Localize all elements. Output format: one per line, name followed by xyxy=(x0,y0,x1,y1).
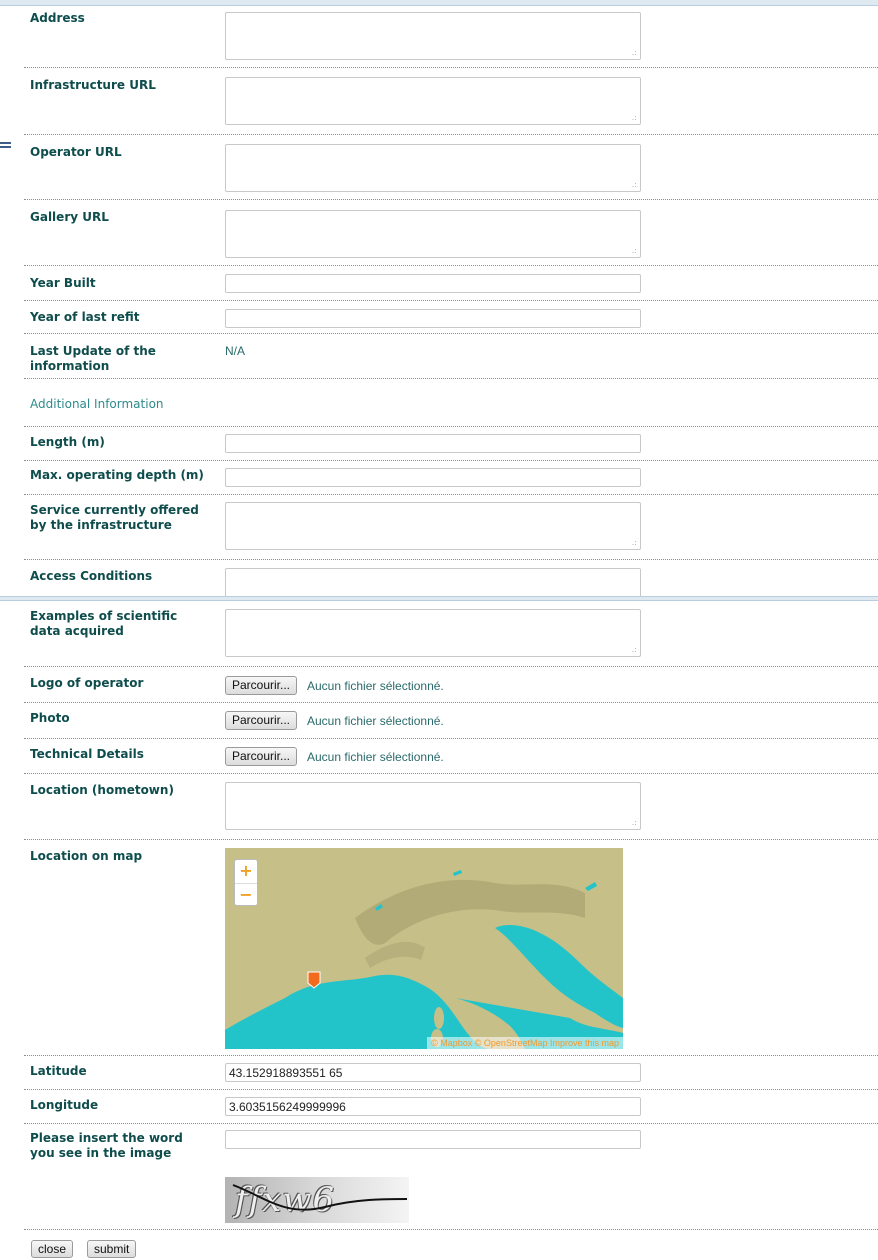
label-max-depth: Max. operating depth (m) xyxy=(30,468,204,482)
location-hometown-textarea[interactable] xyxy=(225,782,641,830)
map-tiles xyxy=(225,848,623,1049)
row-year-refit: Year of last refit xyxy=(24,301,878,334)
latitude-input[interactable]: 43.152918893551 65 xyxy=(225,1063,641,1082)
photo-file-status: Aucun fichier sélectionné. xyxy=(307,714,444,728)
logo-browse-button[interactable]: Parcourir... xyxy=(225,676,298,695)
label-location-hometown: Location (hometown) xyxy=(30,783,174,797)
zoom-in-button[interactable]: + xyxy=(235,860,257,884)
label-location-map: Location on map xyxy=(30,849,143,863)
label-longitude: Longitude xyxy=(30,1098,99,1112)
infrastructure-url-textarea[interactable] xyxy=(225,77,641,125)
row-service: Service currently offered by the infrast… xyxy=(24,495,878,560)
last-update-value: N/A xyxy=(225,344,246,358)
location-map[interactable]: + − © Mapbox © OpenStreetMap Improve thi… xyxy=(225,848,623,1049)
year-built-input[interactable] xyxy=(225,274,641,293)
row-max-depth: Max. operating depth (m) xyxy=(24,461,878,495)
label-operator-url: Operator URL xyxy=(30,145,122,159)
row-location-map: Location on map + − © Mapbox © OpenStree… xyxy=(24,840,878,1056)
map-marker-icon[interactable] xyxy=(307,971,321,989)
photo-browse-button[interactable]: Parcourir... xyxy=(225,711,298,730)
technical-file-status: Aucun fichier sélectionné. xyxy=(307,750,444,764)
row-address: Address xyxy=(24,5,878,68)
section-additional-information: Additional Information xyxy=(30,397,164,411)
row-year-built: Year Built xyxy=(24,266,878,301)
label-gallery-url: Gallery URL xyxy=(30,210,109,224)
label-photo: Photo xyxy=(30,711,70,725)
row-infrastructure-url: Infrastructure URL xyxy=(24,68,878,135)
row-location-hometown: Location (hometown) xyxy=(24,774,878,840)
close-button[interactable]: close xyxy=(31,1240,74,1258)
label-logo: Logo of operator xyxy=(30,676,144,690)
row-logo: Logo of operator Parcourir... Aucun fich… xyxy=(24,667,878,703)
row-technical-details: Technical Details Parcourir... Aucun fic… xyxy=(24,739,878,774)
captcha-image: ffxw6 xyxy=(225,1177,409,1223)
row-photo: Photo Parcourir... Aucun fichier sélecti… xyxy=(24,703,878,739)
year-refit-input[interactable] xyxy=(225,309,641,328)
row-additional-information: Additional Information xyxy=(24,379,878,427)
label-year-refit: Year of last refit xyxy=(30,310,140,324)
label-latitude: Latitude xyxy=(30,1064,87,1078)
technical-browse-button[interactable]: Parcourir... xyxy=(225,747,298,766)
address-textarea[interactable] xyxy=(225,12,641,60)
row-captcha: Please insert the word you see in the im… xyxy=(24,1124,878,1230)
submit-button[interactable]: submit xyxy=(87,1240,137,1258)
operator-url-textarea[interactable] xyxy=(225,144,641,192)
label-address: Address xyxy=(30,11,85,25)
row-length: Length (m) xyxy=(24,427,878,461)
row-longitude: Longitude 3.6035156249999996 xyxy=(24,1090,878,1124)
gallery-url-textarea[interactable] xyxy=(225,210,641,258)
row-examples: Examples of scientific data acquired xyxy=(24,600,878,667)
label-access-conditions: Access Conditions xyxy=(30,569,153,583)
label-year-built: Year Built xyxy=(30,276,96,290)
row-access-conditions: Access Conditions xyxy=(24,560,878,596)
label-infrastructure-url: Infrastructure URL xyxy=(30,78,156,92)
zoom-control: + − xyxy=(234,859,258,906)
label-examples: Examples of scientific data acquired xyxy=(30,609,178,638)
row-operator-url: Operator URL xyxy=(24,135,878,200)
captcha-strike-line xyxy=(232,1184,408,1211)
label-service: Service currently offered by the infrast… xyxy=(30,503,199,532)
access-conditions-textarea[interactable] xyxy=(225,568,641,596)
label-technical-details: Technical Details xyxy=(30,747,144,761)
examples-textarea[interactable] xyxy=(225,609,641,657)
service-textarea[interactable] xyxy=(225,502,641,550)
logo-file-status: Aucun fichier sélectionné. xyxy=(307,679,444,693)
row-last-update: Last Update of the information N/A xyxy=(24,334,878,379)
captcha-input[interactable] xyxy=(225,1130,641,1149)
longitude-input[interactable]: 3.6035156249999996 xyxy=(225,1097,641,1116)
row-latitude: Latitude 43.152918893551 65 xyxy=(24,1056,878,1090)
length-input[interactable] xyxy=(225,434,641,453)
menu-handle-icon xyxy=(0,142,11,148)
max-depth-input[interactable] xyxy=(225,468,641,487)
label-length: Length (m) xyxy=(30,435,105,449)
label-captcha: Please insert the word you see in the im… xyxy=(30,1131,183,1160)
row-gallery-url: Gallery URL xyxy=(24,200,878,266)
map-attribution[interactable]: © Mapbox © OpenStreetMap Improve this ma… xyxy=(427,1037,623,1049)
zoom-out-button[interactable]: − xyxy=(235,884,257,907)
label-last-update: Last Update of the information xyxy=(30,344,156,373)
